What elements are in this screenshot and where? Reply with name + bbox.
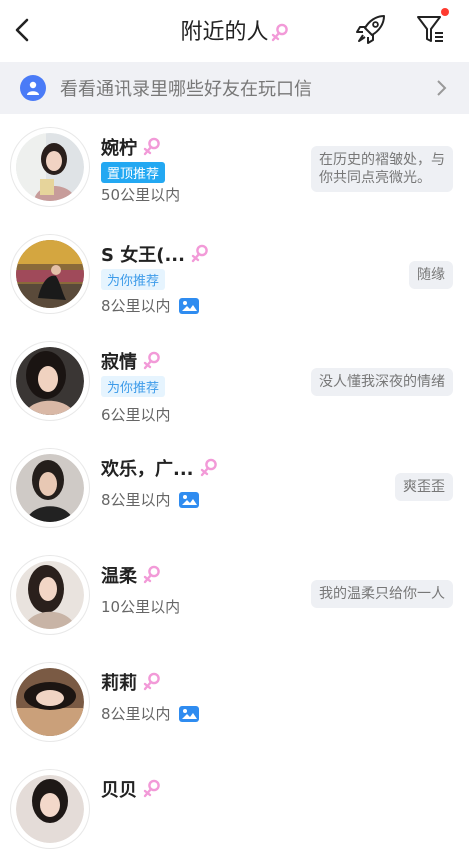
- recommend-tag: 为你推荐: [101, 269, 166, 290]
- female-gender-icon: [143, 565, 160, 584]
- distance-text: 8公里以内: [101, 491, 171, 509]
- user-list-item[interactable]: 欢乐，广... 8公里以内 爽歪歪: [0, 435, 469, 542]
- photo-icon: [178, 297, 199, 314]
- top-bar: 附近的人: [0, 0, 469, 60]
- chevron-right-icon: [437, 80, 447, 96]
- avatar-photo: [16, 454, 84, 522]
- signature-line: 在历史的褶皱处，与: [319, 152, 445, 168]
- name-row: 寂情: [101, 348, 161, 374]
- signature-line: 爽歪歪: [403, 479, 445, 495]
- name-row: 温柔: [101, 562, 161, 588]
- name-row: 贝贝: [101, 776, 161, 802]
- distance-text: 8公里以内: [101, 297, 171, 315]
- signature-bubble: 没人懂我深夜的情绪: [311, 368, 453, 396]
- user-name: 欢乐，广...: [101, 459, 194, 480]
- signature-bubble: 爽歪歪: [395, 473, 453, 501]
- avatar[interactable]: [11, 235, 89, 313]
- distance-row: 8公里以内: [101, 295, 199, 316]
- signature-bubble: 随缘: [409, 261, 453, 289]
- user-list-item[interactable]: 莉莉 8公里以内: [0, 649, 469, 756]
- avatar-photo: [16, 347, 84, 415]
- user-name: S 女王(...: [101, 245, 185, 266]
- rocket-icon[interactable]: [354, 12, 388, 46]
- signature-bubble: 我的温柔只给你一人: [311, 580, 453, 608]
- nearby-user-list: 婉柠 置顶推荐 50公里以内 在历史的褶皱处，与 你共同点亮微光。 S 女王(.…: [0, 114, 469, 863]
- female-gender-icon: [143, 351, 160, 370]
- user-name: 温柔: [101, 566, 137, 587]
- distance-text: 50公里以内: [101, 186, 181, 204]
- distance-text: 10公里以内: [101, 598, 181, 616]
- signature-line: 没人懂我深夜的情绪: [319, 374, 445, 390]
- page-title: 附近的人: [0, 14, 469, 46]
- contacts-banner[interactable]: 看看通讯录里哪些好友在玩口信: [0, 62, 469, 114]
- user-list-item[interactable]: 温柔 10公里以内 我的温柔只给你一人: [0, 542, 469, 649]
- female-gender-icon: [143, 672, 160, 691]
- signature-line: 你共同点亮微光。: [319, 170, 431, 186]
- user-name: 婉柠: [101, 138, 137, 159]
- user-list-item[interactable]: 寂情 为你推荐 6公里以内 没人懂我深夜的情绪: [0, 328, 469, 435]
- name-row: 欢乐，广...: [101, 455, 218, 481]
- pinned-recommend-tag: 置顶推荐: [101, 162, 166, 183]
- female-gender-icon: [143, 779, 160, 798]
- user-name: 莉莉: [101, 673, 137, 694]
- distance-row: 8公里以内: [101, 489, 199, 510]
- filter-icon[interactable]: [414, 12, 446, 46]
- avatar[interactable]: [11, 663, 89, 741]
- signature-line: 我的温柔只给你一人: [319, 586, 445, 602]
- avatar-photo: [16, 561, 84, 629]
- user-list-item[interactable]: S 女王(... 为你推荐 8公里以内 随缘: [0, 221, 469, 328]
- user-name: 寂情: [101, 352, 137, 373]
- avatar[interactable]: [11, 556, 89, 634]
- notification-dot: [441, 8, 449, 16]
- user-list-item[interactable]: 贝贝: [0, 756, 469, 863]
- distance-text: 8公里以内: [101, 705, 171, 723]
- avatar[interactable]: [11, 342, 89, 420]
- avatar[interactable]: [11, 449, 89, 527]
- distance-row: 50公里以内: [101, 184, 180, 205]
- distance-row: 6公里以内: [101, 404, 171, 425]
- photo-icon: [178, 705, 199, 722]
- female-gender-icon: [143, 137, 160, 156]
- photo-icon: [178, 491, 199, 508]
- distance-row: 10公里以内: [101, 596, 180, 617]
- avatar-photo: [16, 133, 84, 201]
- distance-row: 8公里以内: [101, 703, 199, 724]
- signature-bubble: 在历史的褶皱处，与 你共同点亮微光。: [311, 146, 453, 192]
- name-row: 莉莉: [101, 669, 161, 695]
- signature-line: 随缘: [417, 267, 445, 283]
- female-gender-icon: [200, 458, 217, 477]
- avatar-photo: [16, 668, 84, 736]
- distance-text: 6公里以内: [101, 406, 171, 424]
- avatar[interactable]: [11, 128, 89, 206]
- female-gender-icon: [271, 23, 288, 42]
- recommend-tag: 为你推荐: [101, 376, 166, 397]
- person-icon: [20, 75, 46, 101]
- name-row: 婉柠: [101, 134, 161, 160]
- avatar[interactable]: [11, 770, 89, 848]
- name-row: S 女王(...: [101, 241, 209, 267]
- user-list-item[interactable]: 婉柠 置顶推荐 50公里以内 在历史的褶皱处，与 你共同点亮微光。: [0, 114, 469, 221]
- avatar-photo: [16, 240, 84, 308]
- avatar-photo: [16, 775, 84, 843]
- banner-text: 看看通讯录里哪些好友在玩口信: [60, 79, 312, 100]
- user-name: 贝贝: [101, 780, 137, 801]
- female-gender-icon: [191, 244, 208, 263]
